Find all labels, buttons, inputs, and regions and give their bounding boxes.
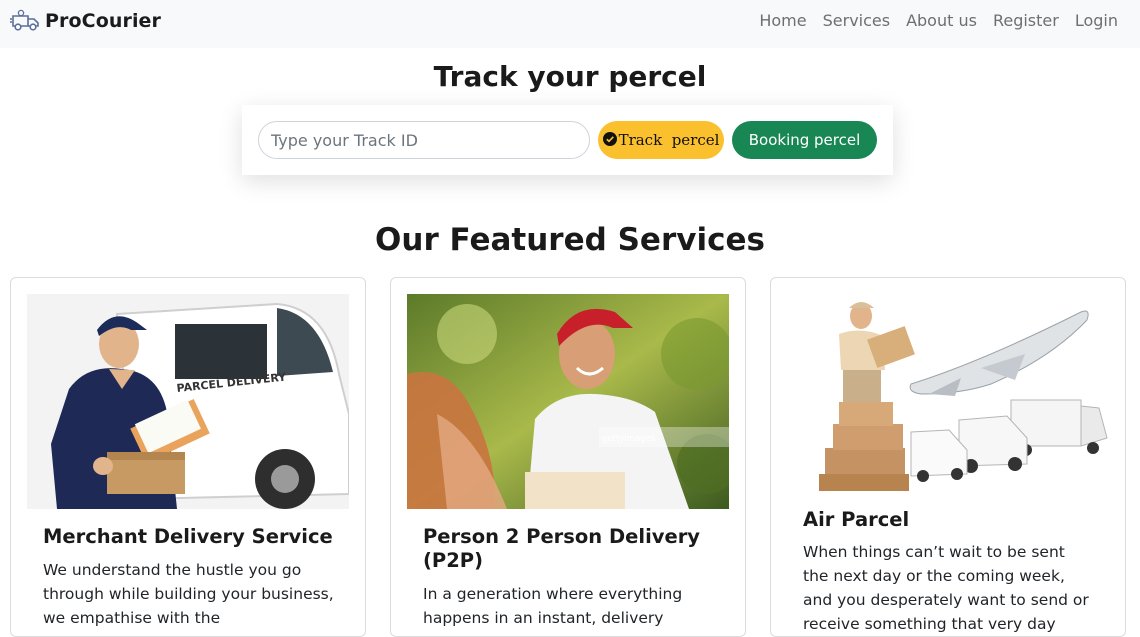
nav-links: Home Services About us Register Login xyxy=(743,11,1118,31)
check-circle-icon xyxy=(602,131,617,146)
brand-name: ProCourier xyxy=(45,10,162,32)
service-card-p2p: gettyimages Person 2 Person Delivery (P2… xyxy=(390,277,746,637)
brand[interactable]: ProCourier xyxy=(10,8,161,34)
track-form: Track percel Booking percel xyxy=(242,105,893,175)
card-title: Air Parcel xyxy=(803,508,910,531)
track-percel-label: Track percel xyxy=(618,131,720,149)
image-watermark: gettyimages xyxy=(602,434,656,444)
p2p-delivery-image: gettyimages xyxy=(407,294,729,509)
navbar: ProCourier Home Services About us Regist… xyxy=(0,0,1140,48)
nav-link-register[interactable]: Register xyxy=(993,11,1059,31)
services-title: Our Featured Services xyxy=(375,222,765,258)
service-card-merchant: PARCEL DELIVERY Merchant Delivery Servic… xyxy=(10,277,366,637)
card-text: We understand the hustle you go through … xyxy=(43,561,334,627)
track-id-input[interactable] xyxy=(258,121,590,159)
nav-link-login[interactable]: Login xyxy=(1075,11,1118,31)
nav-link-services[interactable]: Services xyxy=(823,11,890,31)
track-percel-button[interactable]: Track percel xyxy=(598,121,724,159)
nav-link-home[interactable]: Home xyxy=(759,11,806,31)
booking-percel-button[interactable]: Booking percel xyxy=(732,121,877,159)
nav-link-about[interactable]: About us xyxy=(906,11,977,31)
air-parcel-image xyxy=(811,298,1111,491)
merchant-delivery-image: PARCEL DELIVERY xyxy=(27,294,349,509)
service-card-air-parcel: Air Parcel When things can’t wait to be … xyxy=(770,277,1126,637)
card-title: Merchant Delivery Service xyxy=(43,525,333,548)
track-title: Track your percel xyxy=(433,60,707,93)
card-title: Person 2 Person Delivery (P2P) xyxy=(423,525,701,572)
delivery-truck-icon xyxy=(10,9,39,31)
card-text: In a generation where everything happens… xyxy=(423,585,683,627)
